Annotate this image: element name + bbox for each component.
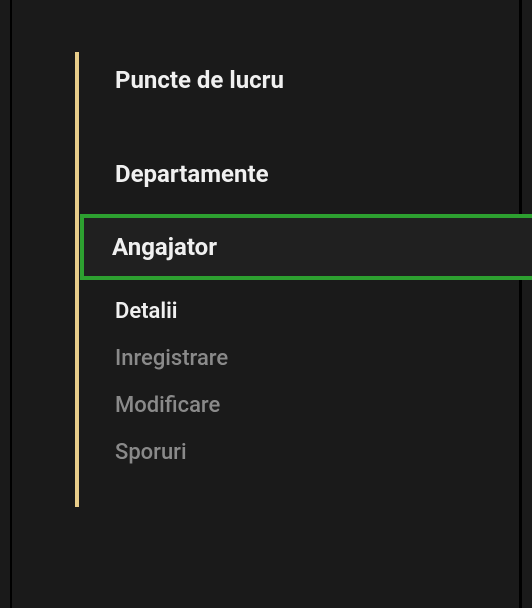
accent-bar xyxy=(75,52,79,507)
nav-item-label: Departamente xyxy=(115,160,269,188)
nav-item-label: Angajator xyxy=(112,233,217,261)
sub-item-label: Modificare xyxy=(115,393,220,418)
sub-item-label: Inregistrare xyxy=(115,346,228,371)
left-border xyxy=(10,0,12,608)
nav-item-angajator[interactable]: Angajator xyxy=(80,214,532,280)
nav-item-label: Puncte de lucru xyxy=(115,66,284,94)
sub-item-label: Detalii xyxy=(115,299,178,324)
sub-item-modificare[interactable]: Modificare xyxy=(115,382,532,429)
nav-list: Puncte de lucru Departamente Angajator D… xyxy=(75,52,532,476)
sub-item-sporuri[interactable]: Sporuri xyxy=(115,429,532,476)
nav-item-departamente[interactable]: Departamente xyxy=(115,146,532,202)
sub-item-label: Sporuri xyxy=(115,440,187,465)
nav-item-puncte-de-lucru[interactable]: Puncte de lucru xyxy=(115,52,532,108)
sub-item-inregistrare[interactable]: Inregistrare xyxy=(115,335,532,382)
sub-item-detalii[interactable]: Detalii xyxy=(115,288,532,335)
sidebar: Puncte de lucru Departamente Angajator D… xyxy=(75,52,532,476)
